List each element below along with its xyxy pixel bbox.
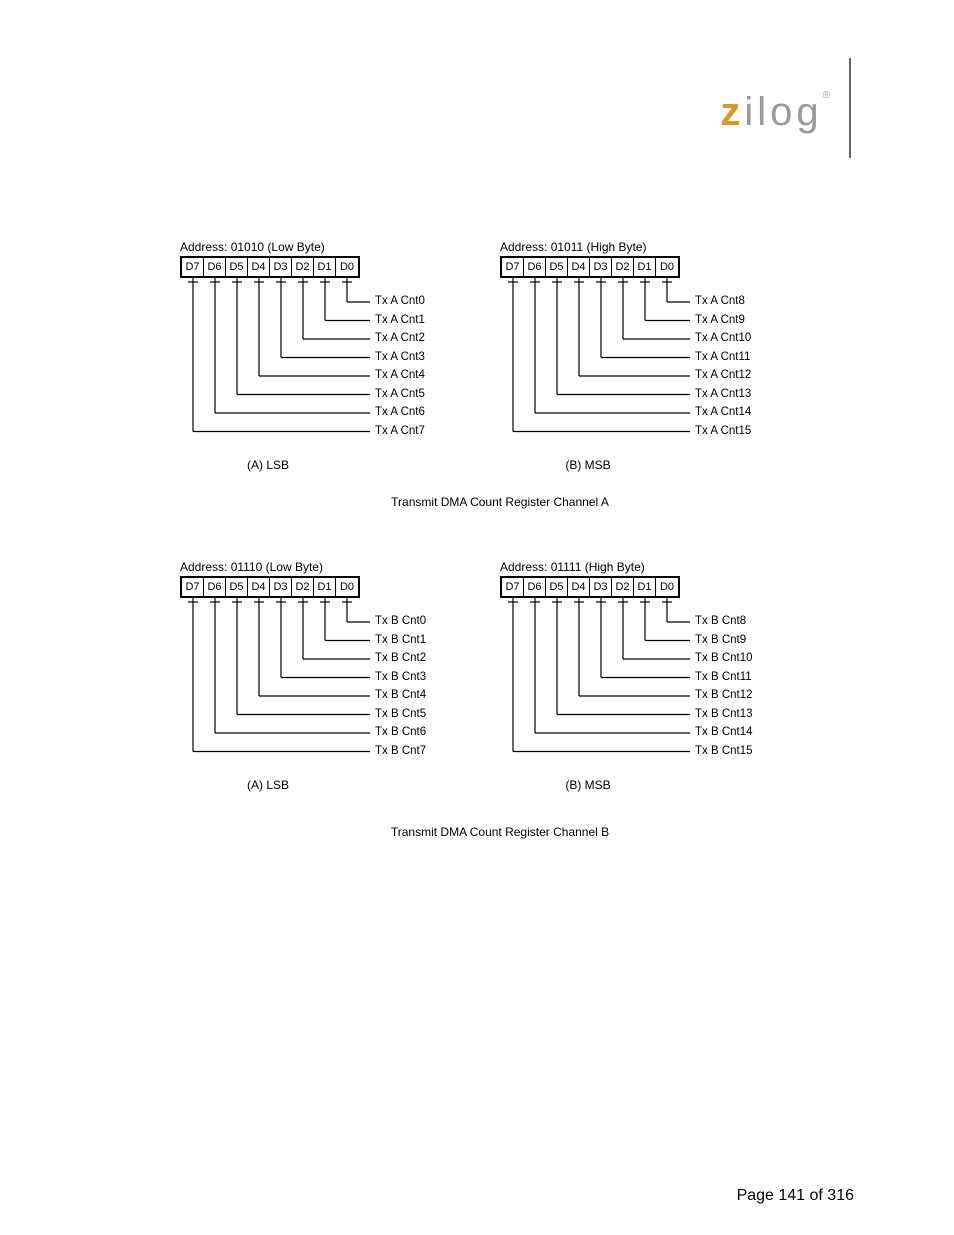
signal-label: Tx B Cnt10 (695, 652, 753, 664)
signal-label: Tx A Cnt11 (695, 351, 750, 363)
signal-label: Tx A Cnt1 (375, 314, 425, 326)
bit-d0: D0 (336, 578, 358, 596)
signal-label: Tx A Cnt4 (375, 369, 425, 381)
signal-label: Tx A Cnt5 (375, 388, 425, 400)
figA-high-bits: D7 D6 D5 D4 D3 D2 D1 D0 (500, 256, 680, 278)
figA-low-bits: D7 D6 D5 D4 D3 D2 D1 D0 (180, 256, 360, 278)
bit-d2: D2 (292, 578, 314, 596)
figB-low-wires: Tx B Cnt0 Tx B Cnt1 Tx B Cnt2 Tx B Cnt3 Tx B… (180, 596, 500, 776)
signal-label: Tx A Cnt0 (375, 295, 425, 307)
bit-d4: D4 (568, 258, 590, 276)
bit-d4: D4 (248, 258, 270, 276)
signal-label: Tx B Cnt8 (695, 615, 746, 627)
figA-low-addr: Address: 01010 (Low Byte) (180, 240, 500, 254)
figB-caption: Transmit DMA Count Register Channel B (180, 825, 820, 839)
bit-d2: D2 (292, 258, 314, 276)
bit-d7: D7 (182, 578, 204, 596)
bit-d2: D2 (612, 578, 634, 596)
figB-low-addr: Address: 01110 (Low Byte) (180, 560, 500, 574)
signal-label: Tx A Cnt9 (695, 314, 745, 326)
logo-reg: ® (823, 90, 834, 101)
signal-label: Tx B Cnt5 (375, 708, 426, 720)
figA-caption: Transmit DMA Count Register Channel A (180, 495, 820, 509)
page-footer: Page 141 of 316 (737, 1187, 854, 1205)
bit-d3: D3 (270, 258, 292, 276)
figure-b-row: Address: 01110 (Low Byte) D7 D6 D5 D4 D3… (180, 560, 880, 795)
figA-high-byte: Address: 01011 (High Byte) D7 D6 D5 D4 D… (500, 240, 820, 278)
figB-high-bits: D7 D6 D5 D4 D3 D2 D1 D0 (500, 576, 680, 598)
bit-d1: D1 (634, 258, 656, 276)
bit-d7: D7 (502, 258, 524, 276)
figB-low-byte: Address: 01110 (Low Byte) D7 D6 D5 D4 D3… (180, 560, 500, 598)
header-rule (849, 58, 851, 158)
signal-label: Tx A Cnt12 (695, 369, 751, 381)
signal-label: Tx A Cnt8 (695, 295, 745, 307)
logo-z: z (720, 90, 744, 134)
bit-d5: D5 (226, 578, 248, 596)
figA-low-wires: Tx A Cnt0 Tx A Cnt1 Tx A Cnt2 Tx A Cnt3 Tx A… (180, 276, 500, 456)
figB-high-addr: Address: 01111 (High Byte) (500, 560, 820, 574)
figB-high-sub: (B) MSB (500, 778, 676, 792)
bit-d1: D1 (314, 258, 336, 276)
bit-d1: D1 (634, 578, 656, 596)
signal-label: Tx A Cnt6 (375, 406, 425, 418)
bit-d4: D4 (248, 578, 270, 596)
figure-a: Address: 01010 (Low Byte) D7 D6 D5 D4 D3… (180, 240, 880, 509)
signal-label: Tx B Cnt0 (375, 615, 426, 627)
bit-d1: D1 (314, 578, 336, 596)
bit-d7: D7 (182, 258, 204, 276)
page: zilog® Address: 01010 (Low Byte) D7 D6 D… (0, 0, 954, 1235)
signal-label: Tx B Cnt3 (375, 671, 426, 683)
signal-label: Tx A Cnt13 (695, 388, 751, 400)
bit-d5: D5 (546, 578, 568, 596)
bit-d3: D3 (270, 578, 292, 596)
signal-label: Tx A Cnt2 (375, 332, 425, 344)
figure-b: Address: 01110 (Low Byte) D7 D6 D5 D4 D3… (180, 560, 880, 839)
bit-d0: D0 (656, 258, 678, 276)
figA-high-addr: Address: 01011 (High Byte) (500, 240, 820, 254)
signal-label: Tx B Cnt13 (695, 708, 753, 720)
figA-high-sub: (B) MSB (500, 458, 676, 472)
signal-label: Tx B Cnt1 (375, 634, 426, 646)
figB-low-sub: (A) LSB (180, 778, 356, 792)
bit-d3: D3 (590, 258, 612, 276)
signal-label: Tx B Cnt7 (375, 745, 426, 757)
figB-high-byte: Address: 01111 (High Byte) D7 D6 D5 D4 D… (500, 560, 820, 598)
bit-d5: D5 (226, 258, 248, 276)
bit-d2: D2 (612, 258, 634, 276)
bit-d6: D6 (204, 578, 226, 596)
signal-label: Tx A Cnt3 (375, 351, 425, 363)
bit-d0: D0 (656, 578, 678, 596)
bit-d0: D0 (336, 258, 358, 276)
signal-label: Tx A Cnt7 (375, 425, 425, 437)
signal-label: Tx B Cnt15 (695, 745, 753, 757)
bit-d6: D6 (524, 578, 546, 596)
signal-label: Tx A Cnt14 (695, 406, 751, 418)
signal-label: Tx B Cnt14 (695, 726, 753, 738)
figB-high-wires: Tx B Cnt8 Tx B Cnt9 Tx B Cnt10 Tx B Cnt11 Tx… (500, 596, 820, 776)
bit-d6: D6 (204, 258, 226, 276)
bit-d5: D5 (546, 258, 568, 276)
figure-a-row: Address: 01010 (Low Byte) D7 D6 D5 D4 D3… (180, 240, 880, 475)
figA-low-sub: (A) LSB (180, 458, 356, 472)
bit-d6: D6 (524, 258, 546, 276)
signal-label: Tx A Cnt10 (695, 332, 751, 344)
bit-d4: D4 (568, 578, 590, 596)
logo-rest: ilog (744, 90, 822, 134)
figB-low-bits: D7 D6 D5 D4 D3 D2 D1 D0 (180, 576, 360, 598)
bit-d3: D3 (590, 578, 612, 596)
signal-label: Tx B Cnt6 (375, 726, 426, 738)
signal-label: Tx A Cnt15 (695, 425, 751, 437)
bit-d7: D7 (502, 578, 524, 596)
figA-high-wires: Tx A Cnt8 Tx A Cnt9 Tx A Cnt10 Tx A Cnt11 Tx… (500, 276, 820, 456)
signal-label: Tx B Cnt9 (695, 634, 746, 646)
signal-label: Tx B Cnt11 (695, 671, 752, 683)
signal-label: Tx B Cnt12 (695, 689, 753, 701)
signal-label: Tx B Cnt2 (375, 652, 426, 664)
logo: zilog® (720, 90, 834, 135)
figA-low-byte: Address: 01010 (Low Byte) D7 D6 D5 D4 D3… (180, 240, 500, 278)
signal-label: Tx B Cnt4 (375, 689, 426, 701)
